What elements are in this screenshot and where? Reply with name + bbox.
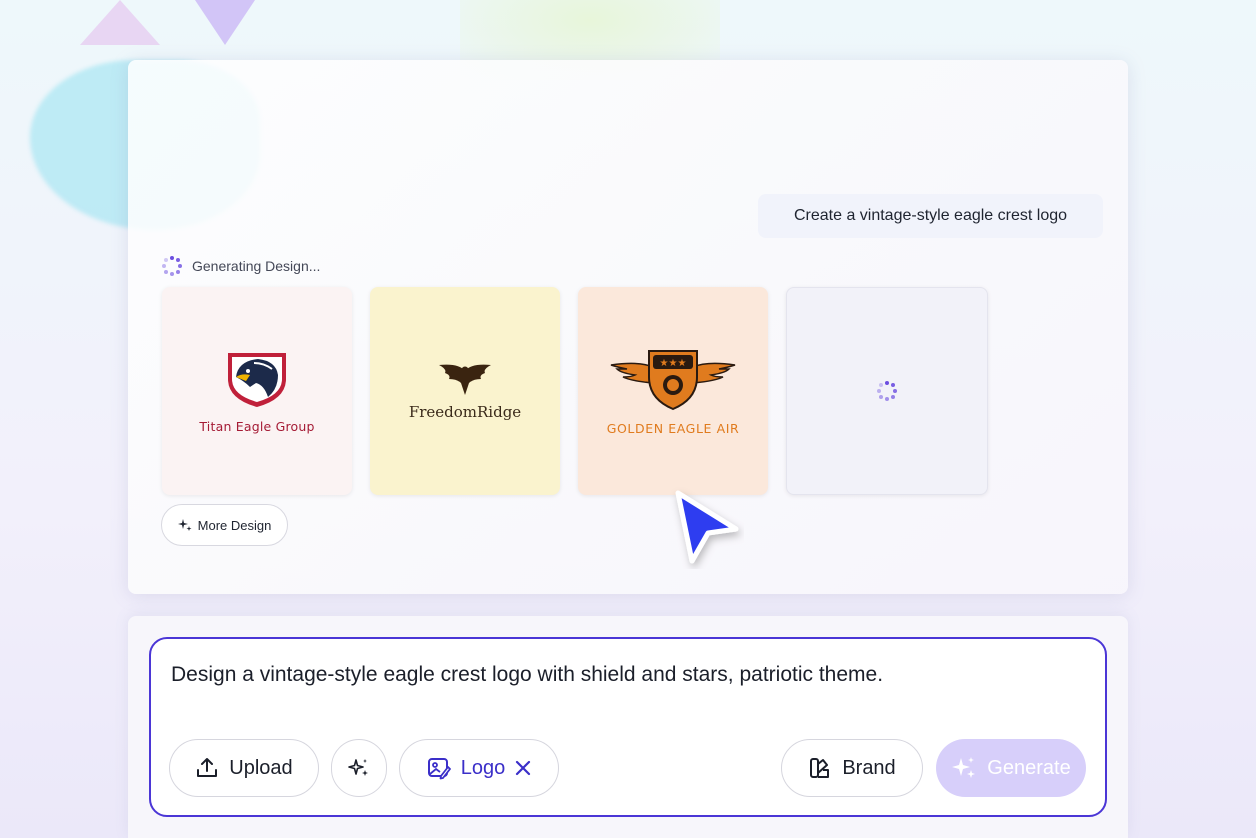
svg-text:★★★: ★★★ (660, 358, 687, 369)
winged-eagle-badge-icon: ★★★ (610, 349, 736, 410)
loading-spinner-icon (877, 381, 897, 401)
chat-panel: Create a vintage-style eagle crest logo … (128, 60, 1128, 594)
background-shape (80, 0, 160, 45)
loading-spinner-icon (162, 256, 182, 276)
more-design-button[interactable]: More Design (161, 504, 288, 546)
generating-status: Generating Design... (162, 256, 320, 276)
eagle-head-shield-icon (228, 352, 286, 407)
palette-swatch-icon (810, 758, 830, 778)
enhance-prompt-button[interactable] (331, 739, 387, 797)
design-card-2[interactable]: FreedomRidge (370, 287, 560, 495)
design-name: Titan Eagle Group (199, 418, 315, 434)
composer-container: Design a vintage-style eagle crest logo … (128, 616, 1128, 838)
prompt-composer[interactable]: Design a vintage-style eagle crest logo … (149, 637, 1107, 817)
design-name: GOLDEN EAGLE AIR (606, 420, 740, 436)
more-design-label: More Design (197, 517, 272, 533)
status-text: Generating Design... (192, 258, 321, 274)
generate-button[interactable]: Generate (936, 739, 1086, 797)
eagle-spread-wings-icon (439, 364, 491, 395)
logo-tag-chip[interactable]: Logo (399, 739, 559, 797)
close-icon[interactable] (515, 760, 531, 776)
sparkle-icon (952, 757, 976, 778)
design-card-1[interactable]: Titan Eagle Group (162, 287, 352, 495)
prompt-input[interactable]: Design a vintage-style eagle crest logo … (171, 663, 883, 687)
brand-button[interactable]: Brand (781, 739, 923, 797)
sparkle-icon (177, 519, 192, 531)
mouse-cursor-icon (675, 490, 739, 564)
upload-icon (197, 758, 218, 777)
sparkle-icon (348, 759, 368, 776)
logo-label: Logo (460, 756, 506, 779)
user-prompt-bubble: Create a vintage-style eagle crest logo (758, 194, 1103, 238)
brand-label: Brand (842, 756, 896, 779)
image-edit-icon (427, 758, 451, 780)
upload-label: Upload (229, 756, 293, 779)
design-name: FreedomRidge (408, 403, 522, 421)
design-card-3[interactable]: ★★★ GOLDEN EAGLE AIR (578, 287, 768, 495)
background-shape (195, 0, 255, 45)
design-card-loading (786, 287, 988, 495)
upload-button[interactable]: Upload (169, 739, 319, 797)
generate-label: Generate (987, 756, 1071, 779)
